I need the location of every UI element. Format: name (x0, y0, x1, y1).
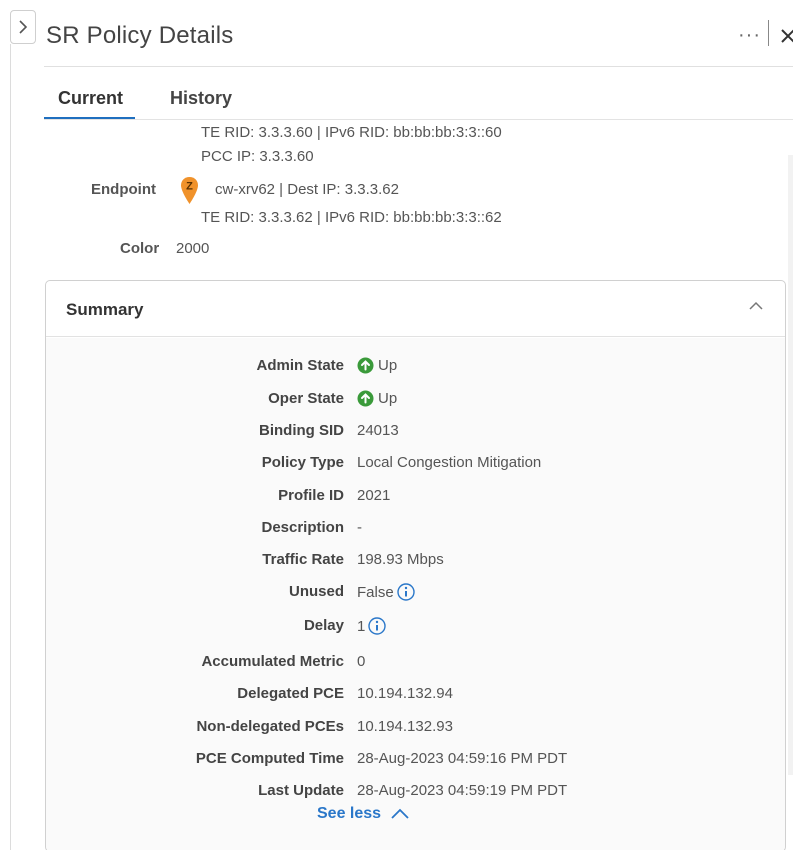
up-status-icon (357, 390, 374, 407)
admin-state-value: Up (357, 357, 397, 374)
endpoint-label: Endpoint (91, 181, 156, 198)
binding-sid-label: Binding SID (259, 422, 344, 439)
accumulated-metric-label: Accumulated Metric (201, 653, 344, 670)
description-label: Description (261, 519, 344, 536)
tab-current[interactable]: Current (58, 88, 123, 109)
summary-row-oper-state: Oper State Up (46, 387, 785, 411)
tab-history[interactable]: History (170, 88, 232, 109)
page-title: SR Policy Details (46, 22, 234, 49)
last-update-label: Last Update (258, 782, 344, 799)
delegated-pce-value: 10.194.132.94 (357, 685, 453, 702)
accumulated-metric-value: 0 (357, 653, 366, 670)
endpoint-rid-line: TE RID: 3.3.3.62 | IPv6 RID: bb:bb:bb:3:… (201, 209, 502, 226)
oper-state-text: Up (378, 390, 398, 407)
summary-title: Summary (66, 300, 144, 319)
non-delegated-pces-label: Non-delegated PCEs (196, 718, 344, 735)
summary-row-description: Description - (46, 516, 785, 540)
tabs-divider-line (44, 119, 793, 120)
see-less-label: See less (317, 805, 382, 822)
last-update-value: 28-Aug-2023 04:59:19 PM PDT (357, 782, 568, 799)
unused-value: False (357, 583, 415, 601)
unused-text: False (357, 583, 394, 601)
delay-value: 1 (357, 617, 387, 635)
summary-row-delay: Delay 1 (46, 614, 785, 638)
summary-row-accumulated-metric: Accumulated Metric 0 (46, 650, 785, 674)
description-value: - (357, 519, 362, 536)
panel-edge (10, 44, 11, 850)
headend-rid-line: TE RID: 3.3.3.60 | IPv6 RID: bb:bb:bb:3:… (201, 124, 502, 141)
delegated-pce-label: Delegated PCE (237, 685, 344, 702)
endpoint-name-line: cw-xrv62 | Dest IP: 3.3.3.62 (215, 181, 399, 198)
traffic-rate-value: 198.93 Mbps (357, 551, 444, 568)
header-divider (768, 20, 769, 46)
endpoint-marker-icon: Z (181, 177, 198, 204)
info-icon[interactable] (396, 583, 415, 601)
more-options-button[interactable]: ··· (738, 24, 761, 47)
summary-row-non-delegated-pces: Non-delegated PCEs 10.194.132.93 (46, 715, 785, 739)
endpoint-marker-letter: Z (186, 181, 193, 193)
close-button[interactable] (778, 26, 793, 46)
chevron-up-icon[interactable] (747, 299, 765, 313)
info-icon[interactable] (368, 617, 387, 635)
color-value: 2000 (176, 240, 210, 257)
summary-row-delegated-pce: Delegated PCE 10.194.132.94 (46, 682, 785, 706)
scrollbar[interactable] (788, 155, 793, 775)
summary-header[interactable]: Summary (46, 281, 785, 337)
close-icon (781, 29, 793, 43)
summary-row-last-update: Last Update 28-Aug-2023 04:59:19 PM PDT (46, 779, 785, 803)
summary-row-admin-state: Admin State Up (46, 354, 785, 378)
summary-row-traffic-rate: Traffic Rate 198.93 Mbps (46, 548, 785, 572)
pce-computed-time-value: 28-Aug-2023 04:59:16 PM PDT (357, 750, 568, 767)
up-status-icon (357, 357, 374, 374)
non-delegated-pces-value: 10.194.132.93 (357, 718, 453, 735)
summary-card: Summary Admin State Up Oper State Up Bin… (45, 280, 786, 850)
header-divider-line (44, 66, 793, 67)
chevron-up-icon (391, 808, 409, 819)
summary-row-policy-type: Policy Type Local Congestion Mitigation (46, 451, 785, 475)
expand-panel-button[interactable] (10, 10, 36, 44)
see-less-button[interactable]: See less (317, 805, 411, 823)
summary-row-unused: Unused False (46, 580, 785, 604)
binding-sid-value: 24013 (357, 422, 399, 439)
chevron-right-icon (19, 20, 28, 34)
policy-type-label: Policy Type (261, 454, 344, 471)
admin-state-label: Admin State (256, 357, 344, 374)
policy-type-value: Local Congestion Mitigation (357, 454, 542, 471)
traffic-rate-label: Traffic Rate (262, 551, 344, 568)
delay-label: Delay (303, 617, 344, 634)
summary-body: Admin State Up Oper State Up Binding SID (46, 338, 785, 850)
oper-state-label: Oper State (268, 390, 344, 407)
profile-id-label: Profile ID (278, 487, 344, 504)
delay-text: 1 (357, 617, 366, 635)
profile-id-value: 2021 (357, 487, 391, 504)
pce-computed-time-label: PCE Computed Time (195, 750, 344, 767)
summary-row-pce-computed-time: PCE Computed Time 28-Aug-2023 04:59:16 P… (46, 747, 785, 771)
summary-row-profile-id: Profile ID 2021 (46, 484, 785, 508)
unused-label: Unused (288, 583, 344, 600)
color-label: Color (120, 240, 160, 257)
oper-state-value: Up (357, 390, 397, 407)
admin-state-text: Up (378, 357, 398, 374)
headend-pcc-ip-line: PCC IP: 3.3.3.60 (201, 148, 314, 165)
summary-row-binding-sid: Binding SID 24013 (46, 419, 785, 443)
